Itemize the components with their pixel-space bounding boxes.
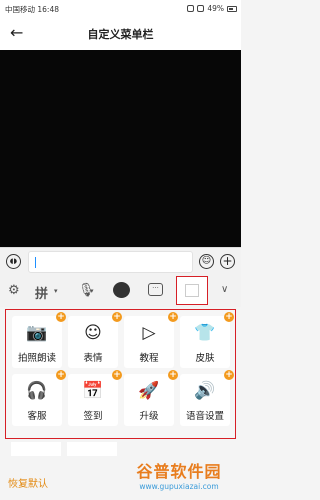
tile-label: 教程 [139,353,159,364]
tile-label: 客服 [27,411,47,422]
smiley-icon: ☺ [84,323,102,343]
gear-icon[interactable]: ⚙ [8,283,20,298]
play-icon: ▷ [142,323,156,343]
sim-icon [187,5,195,12]
add-badge-icon[interactable]: + [56,312,66,322]
empty-slot-placeholder [185,284,199,297]
voice-wave-icon[interactable]: ◖◗ [6,254,21,269]
status-icons: 49% [187,4,237,13]
avatar-icon[interactable] [113,282,130,298]
wifi-icon [197,5,205,12]
tile-voice-settings[interactable]: 🔊 语音设置 [180,374,230,426]
add-badge-icon[interactable]: + [224,370,234,380]
tile-photo-read[interactable]: 📷 拍照朗读 [12,316,62,368]
carrier-time: 中国移动 16:48 [5,5,59,14]
tile-label: 升级 [139,411,159,422]
microphone-caret-icon: ▾ [90,287,94,295]
speaker-icon: 🔊 [194,381,216,401]
tile-skin[interactable]: 👕 皮肤 [180,316,230,368]
chevron-down-icon[interactable]: ∨ [221,284,228,295]
tile-label: 语音设置 [185,411,224,422]
watermark-logo: 谷普软件园 www.gupuxiazai.com [120,458,238,498]
next-row-peek [5,442,236,456]
tile-tutorial[interactable]: ▷ 教程 [124,316,174,368]
function-grid: 📷 拍照朗读 ☺ 表情 ▷ 教程 👕 皮肤 🎧 客服 📅 签到 🚀 升级 🔊 语… [5,309,236,439]
plus-icon[interactable]: + [220,254,235,269]
add-badge-icon[interactable]: + [168,370,178,380]
watermark-url: www.gupuxiazai.com [139,482,219,491]
tile-label: 表情 [83,353,103,364]
empty-toolbar-slot[interactable] [176,276,208,305]
add-badge-icon[interactable]: + [56,370,66,380]
headset-icon: 🎧 [26,381,48,401]
text-input[interactable] [28,251,193,273]
add-badge-icon[interactable]: + [112,370,122,380]
page-title: 自定义菜单栏 [87,28,154,41]
add-badge-icon[interactable]: + [224,312,234,322]
smiley-icon[interactable]: ☺ [199,254,214,269]
pinyin-caret-icon: ▾ [54,287,58,295]
pinyin-keyboard-button[interactable]: 拼 [35,283,48,302]
tile-label: 皮肤 [195,353,215,364]
status-bar: 中国移动 16:48 49% [0,0,241,18]
restore-default-button[interactable]: 恢复默认 [8,475,48,490]
tile-label: 签到 [83,411,103,422]
calendar-icon: 📅 [82,381,104,401]
tile-emoji[interactable]: ☺ 表情 [68,316,118,368]
title-bar: ← 自定义菜单栏 [0,18,241,50]
add-badge-icon[interactable]: + [168,312,178,322]
camera-icon: 📷 [26,323,48,343]
add-badge-icon[interactable]: + [112,312,122,322]
watermark-name: 谷普软件园 [136,462,222,481]
shirt-icon: 👕 [194,323,216,343]
tile-checkin[interactable]: 📅 签到 [68,374,118,426]
tile-support[interactable]: 🎧 客服 [12,374,62,426]
battery-icon [227,5,237,12]
tile-peek [11,442,61,456]
tile-peek [67,442,117,456]
input-row: ◖◗ ☺ + [0,247,241,275]
keyboard-toolbar: ⚙ 拼 ▾ 🎙 ▾ ··· ∨ [0,275,241,307]
tile-upgrade[interactable]: 🚀 升级 [124,374,174,426]
chat-icon[interactable]: ··· [148,283,163,296]
tile-label: 拍照朗读 [17,353,56,364]
battery-percent: 49% [207,4,224,13]
text-cursor [35,257,36,268]
rocket-icon: 🚀 [138,381,160,401]
preview-area [0,50,241,247]
